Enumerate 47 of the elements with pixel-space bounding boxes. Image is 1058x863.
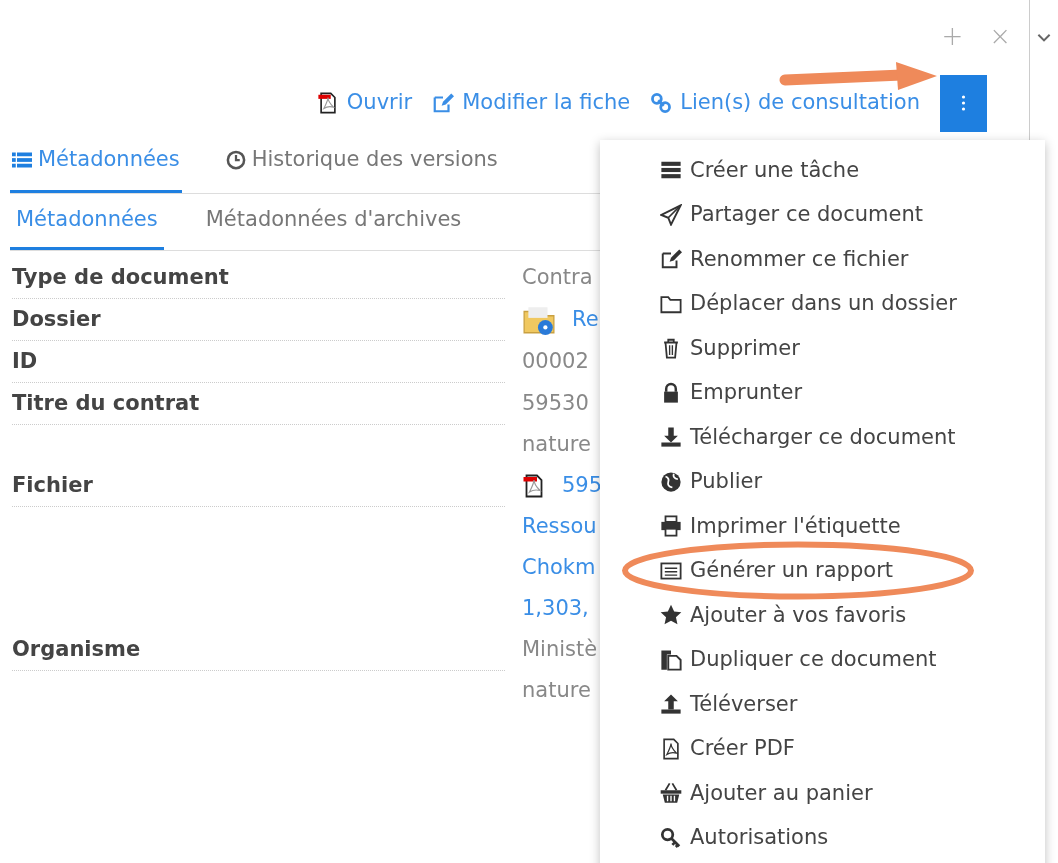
tab[interactable]: Métadonnées d'archives [199, 193, 468, 250]
field-value: nature [522, 678, 591, 702]
basket-icon [660, 782, 682, 805]
field-label: ID [12, 341, 505, 383]
clock-icon [225, 149, 246, 170]
field-label: Dossier [12, 299, 505, 341]
menu-item[interactable]: Autorisations [600, 815, 1045, 860]
field-label: Organisme [12, 629, 505, 671]
menu-item[interactable]: Partager ce document [600, 192, 1045, 237]
star-icon [660, 604, 682, 627]
menu-item[interactable]: Dupliquer ce document [600, 637, 1045, 682]
field-label: Type de document [12, 257, 505, 299]
paper-plane-icon [660, 203, 682, 226]
field-value: 00002 [522, 349, 589, 373]
field-label: Titre du contrat [12, 383, 505, 425]
menu-item[interactable]: Publier [600, 459, 1045, 504]
key-icon [660, 826, 682, 849]
upload-icon [660, 693, 682, 716]
copy-icon [660, 648, 682, 671]
menu-item[interactable]: Emprunter [600, 370, 1045, 415]
menu-item[interactable]: Créer une tâche [600, 148, 1045, 193]
tab[interactable]: Historique des versions [223, 134, 500, 193]
pdf-icon [316, 92, 339, 114]
edit-icon [432, 92, 455, 114]
menu-item[interactable]: Téléverser [600, 682, 1045, 727]
download-icon [660, 426, 682, 449]
printer-icon [660, 515, 682, 538]
link-icon [650, 92, 673, 114]
pdf-file-icon [660, 737, 682, 760]
menu-item[interactable]: Renommer ce fichier [600, 237, 1045, 282]
field-value: Ministè [522, 637, 598, 661]
menu-item[interactable]: Télécharger ce document [600, 415, 1045, 460]
field-value: nature [522, 432, 591, 456]
menu-item[interactable]: Supprimer [600, 326, 1045, 371]
menu-item[interactable]: Générer un rapport [600, 548, 1045, 593]
menu-item[interactable]: Déplacer dans un dossier [600, 281, 1045, 326]
edit-icon [660, 248, 682, 271]
field-label: Fichier [12, 465, 505, 507]
more-button[interactable] [940, 74, 987, 132]
field-value: 59530 [522, 391, 589, 415]
globe-icon [660, 470, 682, 493]
menu-item[interactable]: Ajouter à vos favoris [600, 593, 1045, 638]
menu-item[interactable]: Créer PDF [600, 726, 1045, 771]
menu-item[interactable]: Imprimer l'étiquette [600, 504, 1045, 549]
field-value: Contra [522, 265, 593, 289]
kebab-icon [961, 95, 966, 111]
menu-item[interactable]: Ajouter au panier [600, 771, 1045, 816]
